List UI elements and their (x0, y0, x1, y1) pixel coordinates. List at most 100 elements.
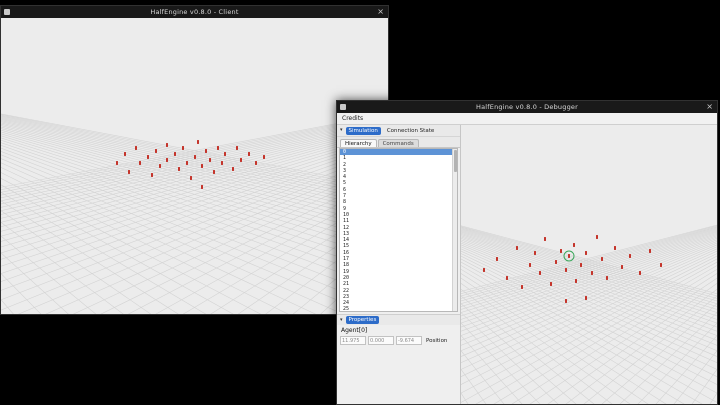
simulation-tabbar: ▾ Simulation Connection State (337, 125, 460, 137)
hierarchy-tabbar: Hierarchy Commands (337, 137, 460, 148)
tab-hierarchy[interactable]: Hierarchy (340, 139, 377, 147)
properties-header[interactable]: Properties (345, 316, 380, 324)
close-icon[interactable]: × (377, 6, 384, 18)
agent-marker (174, 152, 177, 157)
agent-marker (572, 242, 575, 247)
client-viewport[interactable] (1, 18, 388, 314)
side-panel: ▾ Simulation Connection State Hierarchy … (337, 125, 461, 404)
agent-marker (224, 152, 227, 157)
agent-marker (208, 158, 211, 163)
agent-marker (147, 155, 150, 160)
agent-marker (564, 268, 567, 273)
agent-marker (127, 169, 130, 174)
agent-marker (135, 146, 138, 151)
agent-marker (158, 164, 161, 168)
position-fields: 11.975 0.000 -9.674 Position (337, 335, 460, 346)
close-icon[interactable]: × (706, 101, 713, 113)
agent-marker (197, 140, 200, 145)
agent-marker (564, 298, 567, 303)
app-icon (4, 9, 10, 15)
agent-marker (189, 175, 192, 180)
agent-marker (236, 146, 239, 151)
agent-marker (575, 279, 578, 284)
agent-marker (123, 152, 126, 157)
agent-marker (150, 172, 153, 177)
agent-marker (539, 270, 542, 275)
agent-marker (483, 268, 486, 273)
agent-marker (116, 161, 119, 166)
agent-marker (255, 161, 258, 166)
agent-marker (600, 256, 603, 261)
agent-marker (154, 149, 157, 154)
debugger-viewport[interactable] (461, 125, 717, 404)
properties-header-bar: ▾ Properties (337, 314, 460, 325)
agent-marker (166, 158, 169, 163)
agent-marker (178, 166, 181, 171)
agent-marker (139, 161, 142, 166)
agent-marker (201, 164, 204, 168)
agent-marker (649, 248, 652, 253)
tab-simulation[interactable]: Simulation (345, 126, 381, 135)
debugger-window: HalfEngine v0.8.0 - Debugger × Credits ▾… (336, 100, 718, 405)
agent-marker (212, 169, 215, 174)
agent-marker (193, 155, 196, 160)
agent-marker (232, 166, 235, 171)
position-y-field[interactable]: 0.000 (368, 336, 394, 345)
menu-item-credits[interactable]: Credits (342, 115, 363, 122)
agent-marker (247, 152, 250, 157)
agent-marker (605, 276, 608, 281)
collapse-arrow-icon: ▾ (340, 316, 343, 323)
agent-marker (521, 284, 524, 289)
scrollbar[interactable] (452, 149, 457, 311)
agent-marker (201, 184, 204, 189)
agent-marker (205, 149, 208, 154)
scrollbar-thumb[interactable] (454, 150, 457, 172)
menubar: Credits (337, 113, 717, 125)
agent-marker (239, 158, 242, 163)
tab-connection-state[interactable]: Connection State (384, 127, 437, 135)
client-titlebar[interactable]: HalfEngine v0.8.0 - Client × (1, 6, 388, 18)
agent-marker (554, 259, 557, 264)
agent-marker (166, 143, 169, 148)
list-item[interactable]: 25 (340, 306, 457, 311)
collapse-arrow-icon: ▾ (340, 127, 343, 133)
agent-marker (549, 282, 552, 287)
selected-agent-circle (563, 250, 575, 262)
agent-marker (595, 234, 598, 239)
position-label: Position (426, 337, 448, 344)
agent-marker (185, 161, 188, 166)
agent-marker (216, 146, 219, 151)
agent-marker (580, 262, 583, 267)
object-label: Agent[0] (341, 327, 368, 334)
ground-grid (461, 224, 717, 404)
debugger-main: ▾ Simulation Connection State Hierarchy … (337, 125, 717, 404)
app-icon (340, 104, 346, 110)
tab-commands[interactable]: Commands (377, 139, 419, 147)
agent-marker (263, 155, 266, 160)
client-window: HalfEngine v0.8.0 - Client × (0, 5, 389, 315)
agent-marker (516, 245, 519, 250)
position-x-field[interactable]: 11.975 (340, 336, 366, 345)
client-window-title: HalfEngine v0.8.0 - Client (150, 8, 239, 16)
debugger-titlebar[interactable]: HalfEngine v0.8.0 - Debugger × (337, 101, 717, 113)
agent-marker (585, 295, 588, 300)
agent-marker (544, 237, 547, 242)
ground-grid (1, 113, 388, 314)
agent-marker (590, 270, 593, 275)
agent-marker (621, 265, 624, 270)
debugger-window-title: HalfEngine v0.8.0 - Debugger (476, 103, 578, 111)
agent-marker (529, 262, 532, 267)
agent-marker (181, 146, 184, 151)
agent-marker (495, 256, 498, 261)
agent-marker (639, 270, 642, 275)
agent-marker (506, 276, 509, 281)
agent-marker (534, 251, 537, 256)
position-z-field[interactable]: -9.674 (396, 336, 422, 345)
desktop: HalfEngine v0.8.0 - Client × HalfEngine … (0, 0, 720, 405)
agent-marker (613, 245, 616, 250)
agent-marker (659, 262, 662, 267)
agent-marker (585, 251, 588, 256)
agent-marker (628, 254, 631, 259)
hierarchy-list: 0 1 2 3 4 5 6 7 8 9 10 11 12 13 14 15 16 17 18 19 20 21 22 23 24… (339, 148, 458, 312)
agent-marker (220, 161, 223, 166)
